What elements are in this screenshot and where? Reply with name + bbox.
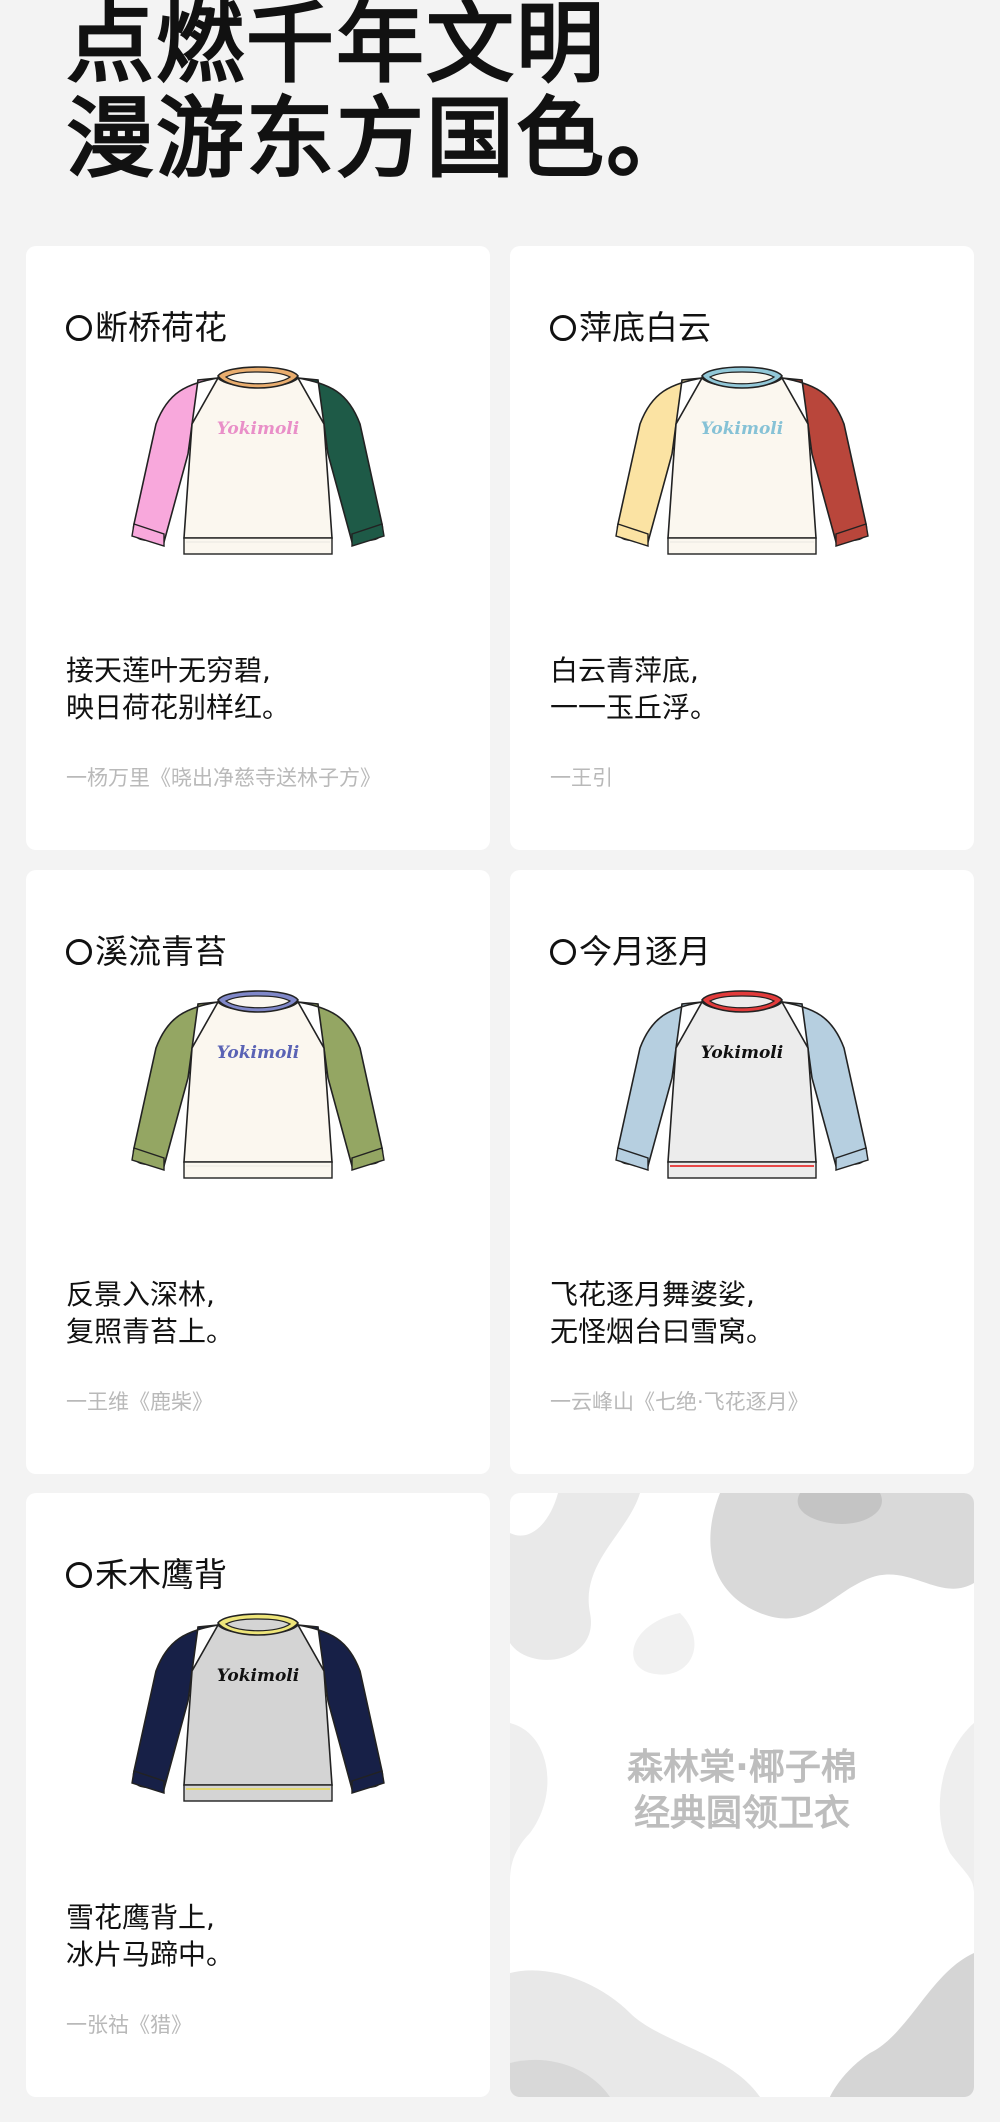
product-card[interactable]: 今月逐月 Yokimoli 飞花逐月舞婆娑, 无怪烟台曰雪窝。 一云峰山《七绝·…	[510, 870, 974, 1474]
poem-source: 一王引	[550, 766, 613, 790]
product-card[interactable]: 溪流青苔 Yokimoli 反景入深林, 复照青苔上。 一王维《鹿柴》	[26, 870, 490, 1474]
poem-text: 雪花鹰背上, 冰片马蹄中。	[66, 1899, 234, 1973]
product-card[interactable]: 萍底白云 Yokimoli 白云青萍底, 一一玉丘浮。 一王引	[510, 246, 974, 850]
poem-source: 一王维《鹿柴》	[66, 1390, 213, 1414]
poem-line-1: 反景入深林,	[66, 1278, 215, 1311]
poem-text: 反景入深林, 复照青苔上。	[66, 1276, 234, 1350]
sweatshirt-illustration: Yokimoli	[126, 364, 390, 574]
poem-text: 飞花逐月舞婆娑, 无怪烟台曰雪窝。	[550, 1276, 774, 1350]
product-card[interactable]: 断桥荷花 Yokimoli 接天莲叶无穷碧, 映日荷花别样红。 一杨万里《晓出净…	[26, 246, 490, 850]
svg-text:Yokimoli: Yokimoli	[217, 1666, 299, 1686]
circle-bullet-icon	[550, 315, 576, 341]
product-title: 断桥荷花	[66, 308, 227, 348]
poem-source: 一云峰山《七绝·飞花逐月》	[550, 1390, 809, 1414]
product-title: 溪流青苔	[66, 932, 227, 972]
sweatshirt-illustration: Yokimoli	[610, 364, 874, 574]
poem-line-1: 白云青萍底,	[550, 654, 699, 687]
headline-line-1: 点燃千年文明	[66, 0, 607, 95]
product-title: 萍底白云	[550, 308, 711, 348]
poem-text: 白云青萍底, 一一玉丘浮。	[550, 652, 718, 726]
promo-line-1: 森林棠·椰子棉	[627, 1747, 857, 1788]
sweatshirt-illustration: Yokimoli	[610, 988, 874, 1198]
poem-line-1: 飞花逐月舞婆娑,	[550, 1278, 755, 1311]
svg-text:Yokimoli: Yokimoli	[701, 1043, 783, 1063]
poem-line-2: 冰片马蹄中。	[66, 1938, 235, 1971]
product-title: 今月逐月	[550, 932, 711, 972]
poem-text: 接天莲叶无穷碧, 映日荷花别样红。	[66, 652, 290, 726]
circle-bullet-icon	[66, 1562, 92, 1588]
poem-line-2: 无怪烟台曰雪窝。	[550, 1315, 775, 1348]
promo-line-2: 经典圆领卫衣	[633, 1793, 850, 1834]
poem-line-2: 复照青苔上。	[66, 1315, 235, 1348]
poem-source: 一杨万里《晓出净慈寺送林子方》	[66, 766, 381, 790]
svg-text:Yokimoli: Yokimoli	[217, 1043, 299, 1063]
poem-line-1: 雪花鹰背上,	[66, 1901, 215, 1934]
svg-text:Yokimoli: Yokimoli	[701, 419, 783, 439]
poem-source: 一张祜《猎》	[66, 2013, 192, 2037]
svg-text:Yokimoli: Yokimoli	[217, 419, 299, 439]
poem-line-2: 一一玉丘浮。	[550, 691, 719, 724]
headline-line-2: 漫游东方国色。	[66, 87, 697, 190]
circle-bullet-icon	[66, 939, 92, 965]
page-headline: 点燃千年文明 漫游东方国色。	[66, 0, 696, 186]
circle-bullet-icon	[66, 315, 92, 341]
sweatshirt-illustration: Yokimoli	[126, 1611, 390, 1821]
promo-text: 森林棠·椰子棉 经典圆领卫衣	[510, 1745, 974, 1837]
product-card[interactable]: 禾木鹰背 Yokimoli 雪花鹰背上, 冰片马蹄中。 一张祜《猎》	[26, 1493, 490, 2097]
product-title: 禾木鹰背	[66, 1555, 227, 1595]
poem-line-1: 接天莲叶无穷碧,	[66, 654, 271, 687]
sweatshirt-illustration: Yokimoli	[126, 988, 390, 1198]
poem-line-2: 映日荷花别样红。	[66, 691, 291, 724]
promo-card: 森林棠·椰子棉 经典圆领卫衣	[510, 1493, 974, 2097]
circle-bullet-icon	[550, 939, 576, 965]
